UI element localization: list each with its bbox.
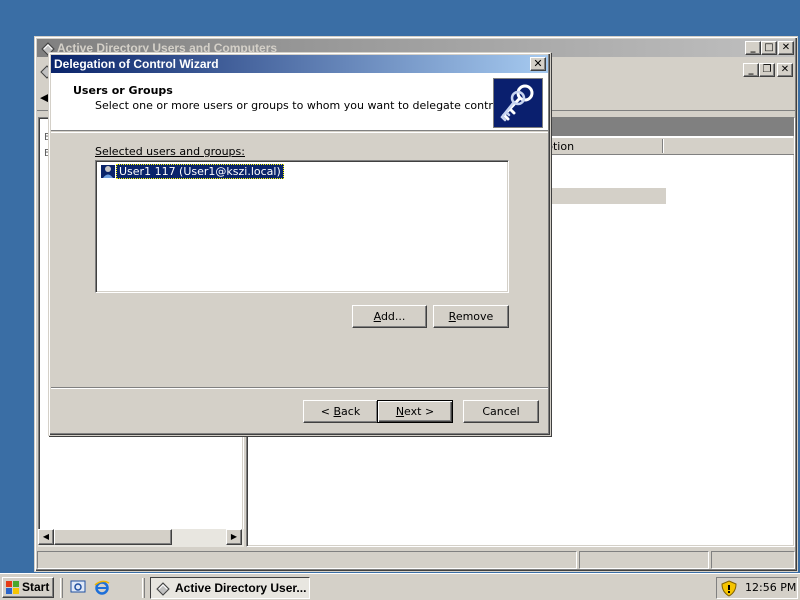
toolbar-grip[interactable] [142, 578, 145, 598]
list-item[interactable]: User1 117 (User1@kszi.local) [100, 164, 284, 179]
back-button-prefix: < [320, 405, 334, 418]
child-close-icon[interactable]: ✕ [777, 63, 793, 77]
tree-horizontal-scrollbar[interactable]: ◀ ▶ [38, 529, 244, 547]
column-separator[interactable] [662, 139, 664, 153]
delegation-wizard-dialog: Delegation of Control Wizard ✕ Users or … [48, 52, 551, 436]
selected-users-label-text: Selected users and groups: [95, 145, 245, 158]
button-divider [51, 387, 548, 389]
next-button[interactable]: Next > [377, 400, 453, 423]
keys-icon [493, 78, 543, 128]
wizard-page-title: Users or Groups [73, 84, 173, 97]
selected-users-list[interactable]: User1 117 (User1@kszi.local) [95, 160, 509, 293]
next-button-mnemonic: N [395, 405, 405, 418]
add-button-mnemonic: A [373, 310, 381, 323]
header-divider [51, 132, 548, 133]
status-cell [579, 551, 709, 569]
next-button-label: ext > [404, 405, 435, 418]
wizard-header: Users or Groups Select one or more users… [51, 73, 548, 131]
status-cell [711, 551, 795, 569]
taskbar-item-label: Active Directory User... [175, 581, 307, 595]
mmc-status-bar [37, 551, 795, 569]
minimize-icon[interactable]: _ [745, 41, 761, 55]
cancel-button[interactable]: Cancel [463, 400, 539, 423]
child-minimize-icon[interactable]: _ [743, 63, 759, 77]
windows-flag-icon [6, 581, 19, 594]
scroll-thumb[interactable] [54, 529, 172, 545]
add-button-label: dd... [380, 310, 406, 323]
start-button[interactable]: Start [2, 577, 54, 598]
dialog-title-text: Delegation of Control Wizard [54, 57, 219, 71]
remove-button[interactable]: Remove [433, 305, 509, 328]
scroll-left-icon[interactable]: ◀ [38, 529, 54, 545]
internet-explorer-icon[interactable] [94, 579, 110, 595]
list-row[interactable] [546, 188, 666, 204]
remove-button-label: emove [455, 310, 494, 323]
show-desktop-icon[interactable] [70, 579, 86, 595]
add-button[interactable]: Add... [352, 305, 427, 328]
taskbar: Start Active Directory User... 12:56 PM [0, 573, 800, 600]
taskbar-item-active-directory[interactable]: Active Directory User... [150, 577, 310, 599]
security-shield-icon[interactable] [721, 580, 737, 597]
scroll-right-icon[interactable]: ▶ [226, 529, 242, 545]
user-icon [100, 164, 116, 179]
back-button[interactable]: < Back [303, 400, 378, 423]
ad-users-icon [156, 582, 170, 596]
toolbar-grip[interactable] [60, 578, 63, 598]
maximize-icon[interactable]: □ [761, 41, 777, 55]
dialog-close-button[interactable]: ✕ [530, 57, 546, 71]
system-tray: 12:56 PM [716, 577, 798, 599]
selected-users-label: Selected users and groups: [95, 145, 245, 158]
dialog-title-bar[interactable]: Delegation of Control Wizard ✕ [51, 55, 548, 73]
wizard-page-subtitle: Select one or more users or groups to wh… [95, 99, 506, 112]
back-button-label: ack [341, 405, 361, 418]
back-button-mnemonic: B [333, 405, 342, 418]
start-label: Start [22, 580, 50, 594]
remove-button-mnemonic: R [448, 310, 456, 323]
close-icon[interactable]: ✕ [778, 41, 794, 55]
child-restore-icon[interactable]: ❐ [759, 63, 775, 77]
list-item-label: User1 117 (User1@kszi.local) [116, 164, 284, 179]
status-cell [37, 551, 577, 569]
clock[interactable]: 12:56 PM [745, 581, 796, 594]
